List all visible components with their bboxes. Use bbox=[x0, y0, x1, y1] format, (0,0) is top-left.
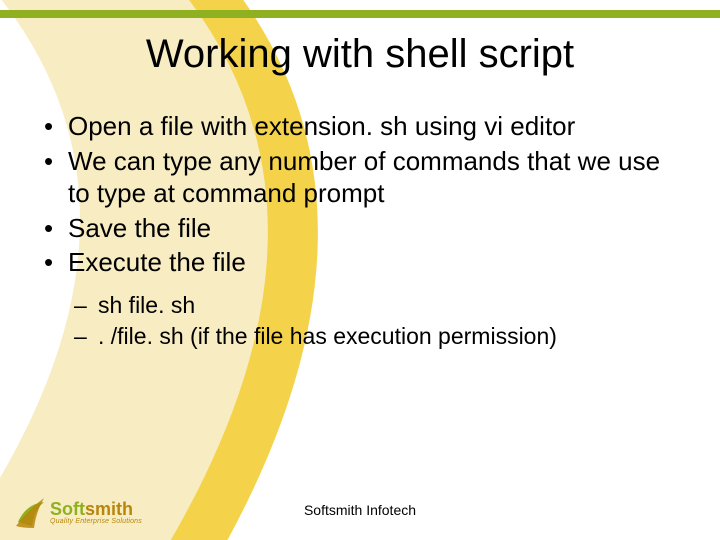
sub-bullet-list: sh file. sh . /file. sh (if the file has… bbox=[40, 291, 680, 353]
bullet-item: Execute the file bbox=[40, 246, 680, 279]
bullet-item: Open a file with extension. sh using vi … bbox=[40, 110, 680, 143]
logo-name-part1: Soft bbox=[50, 499, 85, 519]
bullet-list: Open a file with extension. sh using vi … bbox=[40, 110, 680, 279]
logo-name: Softsmith bbox=[50, 500, 142, 518]
logo-text: Softsmith Quality Enterprise Solutions bbox=[50, 500, 142, 525]
bullet-item: Save the file bbox=[40, 212, 680, 245]
logo-mark-icon bbox=[14, 496, 46, 528]
bullet-item: We can type any number of commands that … bbox=[40, 145, 680, 210]
top-accent-bar bbox=[0, 10, 720, 18]
logo: Softsmith Quality Enterprise Solutions bbox=[14, 496, 142, 528]
sub-bullet-item: . /file. sh (if the file has execution p… bbox=[40, 322, 680, 352]
slide-title: Working with shell script bbox=[0, 32, 720, 77]
sub-bullet-item: sh file. sh bbox=[40, 291, 680, 321]
logo-tagline: Quality Enterprise Solutions bbox=[50, 518, 142, 525]
slide: Working with shell script Open a file wi… bbox=[0, 0, 720, 540]
slide-content: Open a file with extension. sh using vi … bbox=[40, 110, 680, 354]
logo-name-part2: smith bbox=[85, 499, 133, 519]
